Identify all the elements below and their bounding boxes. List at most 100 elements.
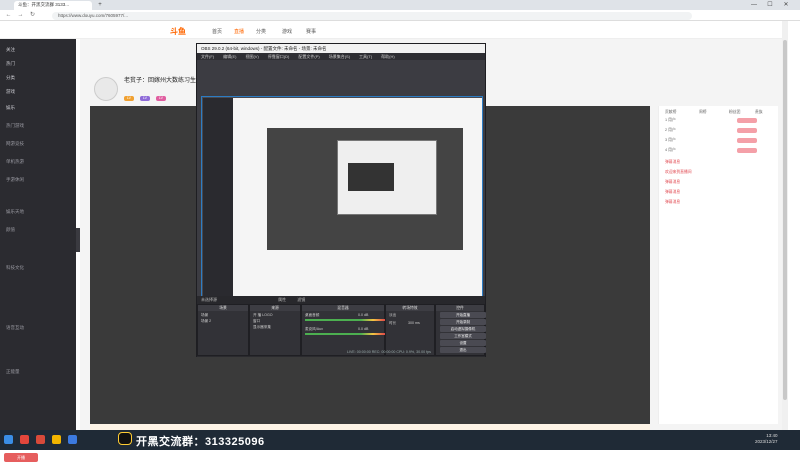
sidebar-item[interactable]: 关注 xyxy=(6,47,15,53)
rank-user: 3 用户 xyxy=(665,138,676,142)
address-bar: ← → ↻ https://www.douyu.com/7605977/... xyxy=(0,10,800,21)
browser-tab-bar: 斗鱼：开黑交流群 3133... + — ☐ ✕ xyxy=(0,0,800,10)
app-icon[interactable] xyxy=(36,435,45,444)
no-source-label: 未选择源 xyxy=(201,297,217,302)
sidebar: 关注 热门 分类 游戏 娱乐 热门游戏 网游竞技 单机热游 手游休闲 娱乐天地 … xyxy=(0,39,76,462)
filters-button[interactable]: 滤镜 xyxy=(297,297,305,302)
source-item[interactable]: 显示器采集 xyxy=(253,325,271,330)
obs-menu-item[interactable]: 工具(T) xyxy=(359,54,372,59)
new-tab-button[interactable]: + xyxy=(94,1,106,9)
transition-select[interactable]: 淡出 xyxy=(389,313,396,318)
url-input[interactable]: https://www.douyu.com/7605977/... xyxy=(52,11,692,20)
obs-menu-item[interactable]: 配置文件(P) xyxy=(298,54,319,59)
sidebar-item[interactable]: 颜值 xyxy=(6,227,15,233)
preview-capture: 开黑交流群：313325096 xyxy=(201,96,483,306)
studio-mode-button[interactable]: 工作室模式 xyxy=(440,333,486,339)
captured-preview xyxy=(348,163,394,191)
app-icon[interactable] xyxy=(20,435,29,444)
back-icon[interactable]: ← xyxy=(4,11,13,20)
obs-menu-item[interactable]: 视图(V) xyxy=(245,54,258,59)
nav-link[interactable]: 游戏 xyxy=(282,28,292,35)
source-item[interactable]: 开 播 LOGO xyxy=(253,313,273,318)
sidebar-item[interactable]: 热门 xyxy=(6,61,15,67)
obs-preview[interactable]: 开黑交流群：313325096 xyxy=(197,60,485,306)
user-badge xyxy=(737,148,757,153)
source-item[interactable]: 窗口 xyxy=(253,319,260,324)
mixer-level: 0.0 dB xyxy=(358,327,369,331)
rank-tab[interactable]: 粉丝团 xyxy=(729,110,740,115)
scene-item[interactable]: 场景 xyxy=(201,313,208,318)
level-badge: LV xyxy=(140,96,151,101)
nav-link[interactable]: 分类 xyxy=(256,28,266,35)
sidebar-item[interactable]: 娱乐天地 xyxy=(6,209,24,215)
duration-label: 时长 xyxy=(389,321,397,325)
sidebar-item[interactable]: 手游休闲 xyxy=(6,177,24,183)
clock-date: 2023/12/27 xyxy=(755,439,778,444)
rank-tab[interactable]: 贡献榜 xyxy=(665,110,676,115)
sidebar-item[interactable]: 科技文化 xyxy=(6,265,24,271)
refresh-icon[interactable]: ↻ xyxy=(28,11,37,20)
chat-message: 弹幕消息 xyxy=(665,160,681,164)
site-header: 斗鱼 首页 直播 分类 游戏 赛事 xyxy=(0,21,782,39)
level-badge: LV xyxy=(124,96,135,101)
maximize-button[interactable]: ☐ xyxy=(764,1,776,9)
close-button[interactable]: ✕ xyxy=(780,1,792,9)
obs-title-bar: OBS 29.0.2 (64-bit, windows) - 配置文件: 未命名… xyxy=(197,44,485,53)
forward-icon[interactable]: → xyxy=(16,11,25,20)
sidebar-item[interactable]: 热门游戏 xyxy=(6,123,24,129)
chat-panel: 贡献榜 周榜 粉丝团 贵族 1 用户 2 用户 3 用户 4 用户 弹幕消息 欢… xyxy=(658,106,778,424)
dock-title: 来源 xyxy=(250,305,300,311)
sidebar-item[interactable]: 娱乐 xyxy=(6,105,15,111)
obs-menu-item[interactable]: 文件(F) xyxy=(201,54,214,59)
settings-button[interactable]: 设置 xyxy=(440,340,486,346)
sidebar-item[interactable]: 网游竞技 xyxy=(6,141,24,147)
chat-message: 弹幕消息 xyxy=(665,200,681,204)
rank-user: 4 用户 xyxy=(665,148,676,152)
scrollbar-thumb[interactable] xyxy=(783,40,787,400)
group-banner: 开黑交流群：313325096 xyxy=(136,436,265,448)
room-title: 老贫子：回嫁州大数练习生 xyxy=(124,78,197,84)
mixer-level: 0.0 dB xyxy=(358,313,369,317)
dock-title: 控件 xyxy=(436,305,484,311)
site-logo[interactable]: 斗鱼 xyxy=(170,26,186,37)
captured-obs-window xyxy=(337,140,437,215)
start-icon[interactable] xyxy=(4,435,13,444)
duration-input[interactable]: 300 ms xyxy=(408,321,420,325)
sidebar-item[interactable]: 单机热游 xyxy=(6,159,24,165)
nav-link[interactable]: 首页 xyxy=(212,28,222,35)
captured-page xyxy=(233,98,482,296)
mascot-icon xyxy=(118,432,132,445)
obs-menu-item[interactable]: 场景集合(S) xyxy=(329,54,350,59)
audio-meter xyxy=(305,333,385,335)
virtual-camera-button[interactable]: 启动虚拟摄像机 xyxy=(440,326,486,332)
obs-status-bar: LIVE: 00:00:00 REC: 00:00:00 CPU: 0.9%, … xyxy=(347,350,431,354)
rank-user: 1 用户 xyxy=(665,118,676,122)
start-recording-button[interactable]: 开始录制 xyxy=(440,319,486,325)
start-streaming-button[interactable]: 开始直播 xyxy=(440,312,486,318)
properties-button[interactable]: 属性 xyxy=(278,297,286,302)
minimize-button[interactable]: — xyxy=(748,1,760,9)
nav-link[interactable]: 赛事 xyxy=(306,28,316,35)
browser-icon[interactable] xyxy=(68,435,77,444)
start-live-button[interactable]: 开播 xyxy=(4,453,38,462)
sidebar-item[interactable]: 正能量 xyxy=(6,369,20,375)
dock-title: 转场特效 xyxy=(386,305,434,311)
system-clock[interactable]: 13:40 2023/12/27 xyxy=(755,433,778,445)
nav-link[interactable]: 直播 xyxy=(234,28,244,35)
rank-tab[interactable]: 周榜 xyxy=(699,110,707,115)
scene-item[interactable]: 场景 2 xyxy=(201,319,211,324)
obs-menu-item[interactable]: 停靠窗口(D) xyxy=(268,54,290,59)
obs-menu-bar: 文件(F) 编辑(E) 视图(V) 停靠窗口(D) 配置文件(P) 场景集合(S) 工具(T… xyxy=(197,53,485,60)
sidebar-item[interactable]: 分类 xyxy=(6,75,15,81)
browser-tab[interactable]: 斗鱼：开黑交流群 3133... xyxy=(14,1,92,10)
user-badge xyxy=(737,118,757,123)
obs-menu-item[interactable]: 编辑(E) xyxy=(223,54,236,59)
rank-tab[interactable]: 贵族 xyxy=(755,110,763,115)
chat-message: 弹幕消息 xyxy=(665,190,681,194)
mixer-channel: 麦克风/Aux xyxy=(305,327,323,331)
folder-icon[interactable] xyxy=(52,435,61,444)
avatar[interactable] xyxy=(94,77,118,101)
sidebar-item[interactable]: 游戏 xyxy=(6,89,15,95)
sidebar-item[interactable]: 语音互动 xyxy=(6,325,24,331)
obs-menu-item[interactable]: 帮助(H) xyxy=(381,54,395,59)
